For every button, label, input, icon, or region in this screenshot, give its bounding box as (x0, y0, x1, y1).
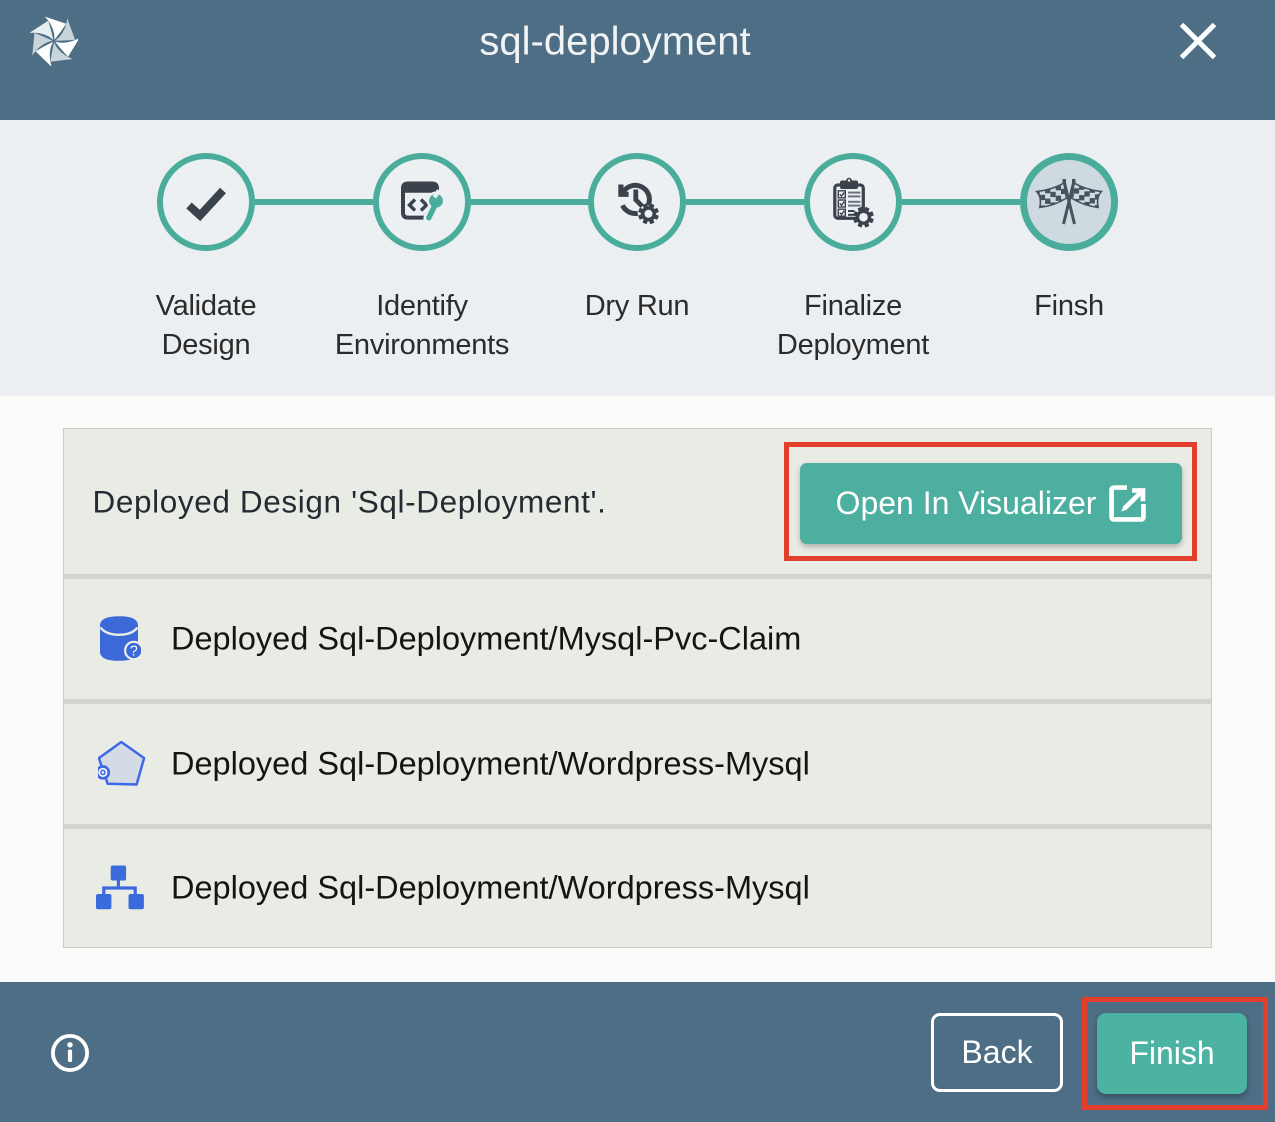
svg-text:?: ? (130, 644, 138, 660)
